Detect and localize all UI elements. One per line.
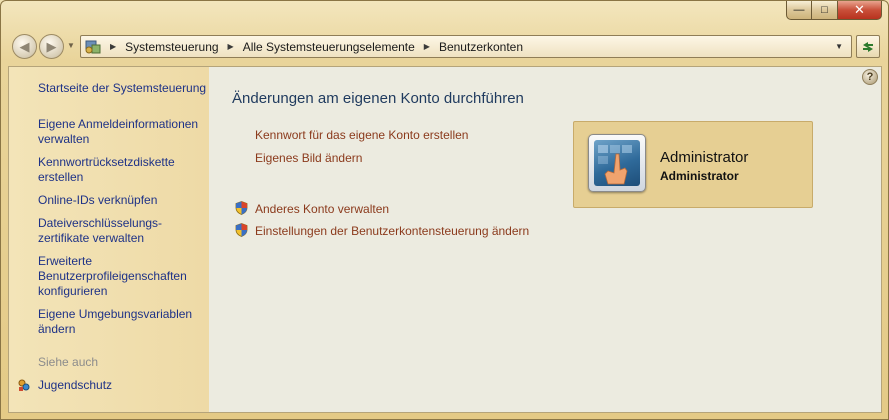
address-bar[interactable]: ▶ Systemsteuerung ▶ Alle Systemsteuerung… — [80, 35, 852, 58]
sidebar-link-profile-properties[interactable]: Erweiterte Benutzerprofileigenschaften k… — [38, 254, 187, 299]
client-area: Startseite der Systemsteuerung Eigene An… — [8, 66, 882, 413]
sidebar-link-line: konfigurieren — [38, 284, 108, 298]
parental-controls-icon — [18, 379, 30, 391]
help-button[interactable]: ? — [862, 69, 878, 85]
breadcrumb-separator[interactable]: ▶ — [110, 42, 116, 51]
task-link-uac-settings[interactable]: Einstellungen der Benutzerkontensteuerun… — [255, 224, 529, 238]
uac-shield-icon — [235, 223, 248, 237]
task-link-manage-other-account[interactable]: Anderes Konto verwalten — [255, 202, 389, 216]
account-name: Administrator — [660, 149, 749, 166]
breadcrumb: ▶ Systemsteuerung ▶ Alle Systemsteuerung… — [103, 36, 523, 57]
account-card: Administrator Administrator — [573, 121, 813, 208]
sidebar-link-certificates[interactable]: Dateiverschlüsselungs- zertifikate verwa… — [38, 216, 162, 246]
sidebar-link-env-variables[interactable]: Eigene Umgebungsvariablen ändern — [38, 307, 192, 337]
sidebar-link-online-ids[interactable]: Online-IDs verknüpfen — [38, 193, 157, 208]
forward-button[interactable]: ▶ — [39, 34, 64, 59]
sidebar-link-line: zertifikate verwalten — [38, 231, 145, 245]
breadcrumb-separator[interactable]: ▶ — [424, 42, 430, 51]
control-panel-icon — [85, 40, 101, 54]
question-mark-icon: ? — [866, 71, 874, 83]
sidebar-link-line: Erweiterte — [38, 254, 93, 268]
account-picture — [588, 134, 646, 192]
task-link-create-password[interactable]: Kennwort für das eigene Konto erstellen — [255, 128, 468, 142]
sidebar-link-line: verwalten — [38, 132, 90, 146]
main-panel: ? Änderungen am eigenen Konto durchführe… — [209, 67, 881, 412]
breadcrumb-separator[interactable]: ▶ — [228, 42, 234, 51]
sidebar-link-line: Benutzerprofileigenschaften — [38, 269, 187, 283]
arrow-left-icon: ◀ — [19, 38, 30, 54]
breadcrumb-item-systemsteuerung[interactable]: Systemsteuerung — [125, 40, 218, 54]
minimize-icon: — — [793, 4, 805, 16]
page-title: Änderungen am eigenen Konto durchführen — [232, 90, 524, 107]
account-picture-image — [594, 140, 640, 186]
sidebar-link-line: ändern — [38, 322, 76, 336]
sidebar-link-line: Eigene Umgebungsvariablen — [38, 307, 193, 321]
hand-touch-icon — [598, 145, 632, 185]
navigation-bar: ◀ ▶ ▼ ▶ Systemsteuerung ▶ Alle Systemste… — [9, 34, 882, 60]
sidebar: Startseite der Systemsteuerung Eigene An… — [9, 67, 209, 412]
refresh-button[interactable] — [856, 35, 880, 58]
sidebar-link-line: Dateiverschlüsselungs- — [38, 216, 163, 230]
maximize-icon: □ — [821, 4, 828, 16]
task-link-change-picture[interactable]: Eigenes Bild ändern — [255, 151, 362, 165]
account-role: Administrator — [660, 169, 739, 183]
sidebar-link-parental-controls[interactable]: Jugendschutz — [38, 378, 112, 393]
close-button[interactable]: ✕ — [838, 1, 882, 20]
refresh-icon — [863, 41, 873, 52]
breadcrumb-item-benutzerkonten[interactable]: Benutzerkonten — [439, 40, 523, 54]
breadcrumb-item-alle-elemente[interactable]: Alle Systemsteuerungselemente — [243, 40, 415, 54]
sidebar-link-line: Online-IDs verknüpfen — [38, 193, 158, 207]
minimize-button[interactable]: — — [786, 1, 812, 20]
sidebar-link-reset-disk[interactable]: Kennwortrücksetzdiskette erstellen — [38, 155, 175, 185]
sidebar-link-credentials[interactable]: Eigene Anmeldeinformationen verwalten — [38, 117, 198, 147]
sidebar-link-home[interactable]: Startseite der Systemsteuerung — [38, 81, 206, 96]
arrow-right-icon: ▶ — [46, 38, 57, 54]
recent-pages-dropdown[interactable]: ▼ — [67, 41, 75, 50]
address-dropdown-icon[interactable]: ▼ — [835, 42, 843, 51]
sidebar-link-line: Kennwortrücksetzdiskette — [38, 155, 175, 169]
control-panel-window: — □ ✕ ◀ ▶ ▼ ▶ Systemsteuerung ▶ Alle Sys… — [0, 0, 889, 420]
sidebar-link-line: Eigene Anmeldeinformationen — [38, 117, 199, 131]
close-icon: ✕ — [854, 2, 865, 17]
caption-buttons: — □ ✕ — [786, 1, 882, 21]
back-button[interactable]: ◀ — [12, 34, 37, 59]
sidebar-link-line: erstellen — [38, 170, 84, 184]
see-also-heading: Siehe auch — [38, 355, 99, 369]
uac-shield-icon — [235, 201, 248, 215]
maximize-button[interactable]: □ — [812, 1, 838, 20]
